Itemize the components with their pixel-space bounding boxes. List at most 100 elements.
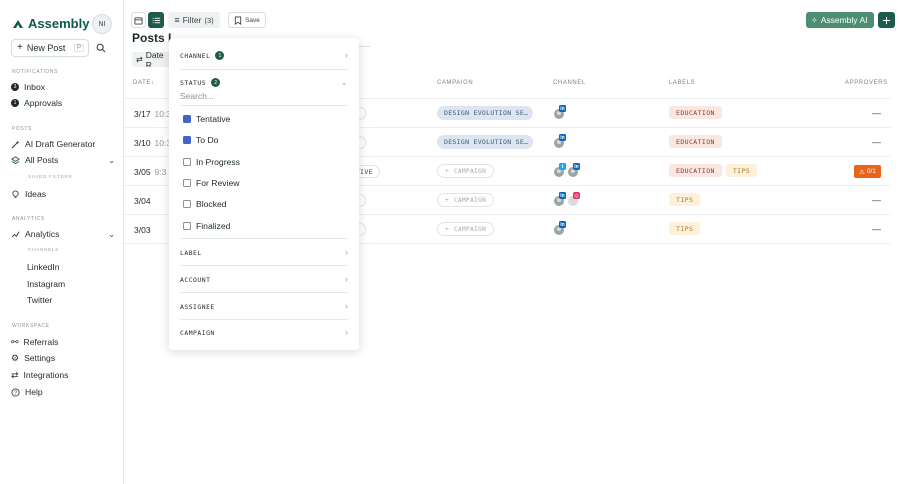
campaign-pill[interactable]: DESIGN EVOLUTION SE… <box>437 135 533 149</box>
link-icon: ⚯ <box>11 336 19 347</box>
column-header-labels[interactable]: LABELS <box>669 80 695 86</box>
status-filter-count: 2 <box>211 78 221 87</box>
checkbox-checked[interactable] <box>183 136 191 144</box>
date-range-button[interactable]: ⇄ Date R <box>132 52 172 67</box>
column-header-campaign[interactable]: CAMPAIGN <box>437 80 473 86</box>
option-label: To Do <box>196 135 219 145</box>
status-option-to-do[interactable]: To Do <box>183 135 218 145</box>
filter-section-label[interactable]: LABEL <box>180 249 202 257</box>
list-view-button[interactable] <box>148 12 164 28</box>
post-date: 3/17 10:3 <box>134 109 171 119</box>
channel-icons: in <box>554 221 566 237</box>
chevron-down-icon[interactable]: ⌄ <box>108 230 115 239</box>
sidebar-item-analytics[interactable]: Analytics ⌄ <box>11 227 115 241</box>
label-badge[interactable]: TIPS <box>669 193 701 206</box>
brand-logo[interactable]: Assembly <box>11 16 89 31</box>
inbox-count-badge: 3 <box>11 83 19 91</box>
new-post-label: New Post <box>26 43 66 53</box>
sidebar-item-ideas[interactable]: Ideas <box>11 187 115 201</box>
checkbox[interactable] <box>183 200 191 208</box>
option-label: Finalized <box>196 221 231 231</box>
sparkle-icon: ✧ <box>811 15 818 25</box>
column-header-channel[interactable]: CHANNEL <box>553 80 586 86</box>
status-option-in-progress[interactable]: In Progress <box>183 157 240 167</box>
save-button[interactable]: Save <box>228 12 266 28</box>
analytics-label: Analytics <box>25 229 60 239</box>
filter-section-account[interactable]: ACCOUNT <box>180 276 210 284</box>
label-badge[interactable]: TIPS <box>669 222 701 235</box>
chevron-down-icon[interactable]: ⌄ <box>108 156 115 165</box>
plus-icon: + <box>445 196 450 204</box>
sidebar-item-referrals[interactable]: ⚯ Referrals <box>11 335 115 349</box>
status-search-input[interactable]: Search... <box>180 91 348 101</box>
chevron-right-icon[interactable]: › <box>345 50 348 60</box>
analytics-section-label: ANALYTICS <box>12 216 45 222</box>
status-option-for-review[interactable]: For Review <box>183 178 239 188</box>
column-header-approvers[interactable]: APPROVERS <box>845 80 888 86</box>
option-label: Tentative <box>196 114 231 124</box>
approval-warning-badge[interactable]: ⚠ 0/1 <box>854 165 881 178</box>
chevron-right-icon[interactable]: › <box>345 247 348 257</box>
option-label: In Progress <box>196 157 240 167</box>
add-campaign-button[interactable]: + CAMPAIGN <box>437 164 494 178</box>
calendar-icon <box>134 16 143 25</box>
status-filter-label: STATUS <box>180 78 207 87</box>
label-badge[interactable]: TIPS <box>725 164 758 177</box>
linkedin-account-icon: in <box>554 192 566 206</box>
sidebar-item-ai-draft-generator[interactable]: AI Draft Generator <box>11 137 115 151</box>
chevron-down-icon[interactable]: ⌄ <box>340 77 348 88</box>
sidebar-item-settings[interactable]: ⚙ Settings <box>11 351 115 365</box>
sidebar-item-linkedin[interactable]: LinkedIn <box>27 262 60 272</box>
linkedin-account-icon: in <box>568 163 580 177</box>
status-option-finalized[interactable]: Finalized <box>183 221 230 231</box>
sidebar-item-inbox[interactable]: 3 Inbox <box>11 80 115 94</box>
chevron-right-icon[interactable]: › <box>345 274 348 284</box>
campaign-placeholder: CAMPAIGN <box>454 167 487 175</box>
calendar-view-button[interactable] <box>131 12 146 28</box>
approvers-cell: — <box>872 224 881 234</box>
channels-label: CHANNELS <box>28 248 59 253</box>
sidebar-item-twitter[interactable]: Twitter <box>27 295 52 305</box>
status-option-blocked[interactable]: Blocked <box>183 199 227 209</box>
add-button[interactable] <box>878 12 895 28</box>
campaign-pill[interactable]: DESIGN EVOLUTION SE… <box>437 106 533 120</box>
gear-icon: ⚙ <box>11 352 20 363</box>
plus-icon: + <box>445 225 450 233</box>
add-campaign-button[interactable]: + CAMPAIGN <box>437 193 494 207</box>
sidebar-item-approvals[interactable]: 1 Approvals <box>11 96 115 110</box>
filter-lines-icon: ≡ <box>174 15 180 25</box>
chevron-right-icon[interactable]: › <box>345 327 348 337</box>
approvals-count-badge: 1 <box>11 99 19 107</box>
user-avatar[interactable]: NI <box>92 14 112 34</box>
linkedin-account-icon: in <box>554 221 566 235</box>
status-option-tentative[interactable]: Tentative <box>183 114 230 124</box>
sidebar-item-integrations[interactable]: ⇄ Integrations <box>11 368 115 382</box>
assembly-logo-icon <box>13 19 23 28</box>
filter-section-channel[interactable]: CHANNEL 1 <box>180 51 225 60</box>
chevron-right-icon[interactable]: › <box>345 301 348 311</box>
label-badge[interactable]: EDUCATION <box>669 164 722 177</box>
label-badge[interactable]: EDUCATION <box>669 135 722 148</box>
ai-draft-label: AI Draft Generator <box>25 139 96 149</box>
assembly-ai-button[interactable]: ✧ Assembly AI <box>806 12 874 28</box>
approvals-label: Approvals <box>24 98 63 108</box>
new-post-button[interactable]: + New Post P <box>11 39 89 57</box>
referrals-label: Referrals <box>23 337 59 347</box>
divider <box>180 319 348 320</box>
add-campaign-button[interactable]: + CAMPAIGN <box>437 222 494 236</box>
checkbox[interactable] <box>183 158 191 166</box>
filter-button[interactable]: ≡ Filter (3) <box>168 12 220 28</box>
filter-section-status[interactable]: STATUS 2 <box>180 78 221 87</box>
column-header-date[interactable]: DATE↓ <box>133 80 155 86</box>
checkbox[interactable] <box>183 222 191 230</box>
label-badge[interactable]: EDUCATION <box>669 106 722 119</box>
svg-text:?: ? <box>14 390 17 396</box>
checkbox[interactable] <box>183 179 191 187</box>
filter-section-assignee[interactable]: ASSIGNEE <box>180 303 215 311</box>
sidebar-item-instagram[interactable]: Instagram <box>27 279 65 289</box>
sidebar-item-all-posts[interactable]: All Posts ⌄ <box>11 153 115 167</box>
sidebar-item-help[interactable]: ? Help <box>11 385 115 399</box>
search-button[interactable] <box>93 40 109 56</box>
filter-section-campaign[interactable]: CAMPAIGN <box>180 329 215 337</box>
checkbox-checked[interactable] <box>183 115 191 123</box>
